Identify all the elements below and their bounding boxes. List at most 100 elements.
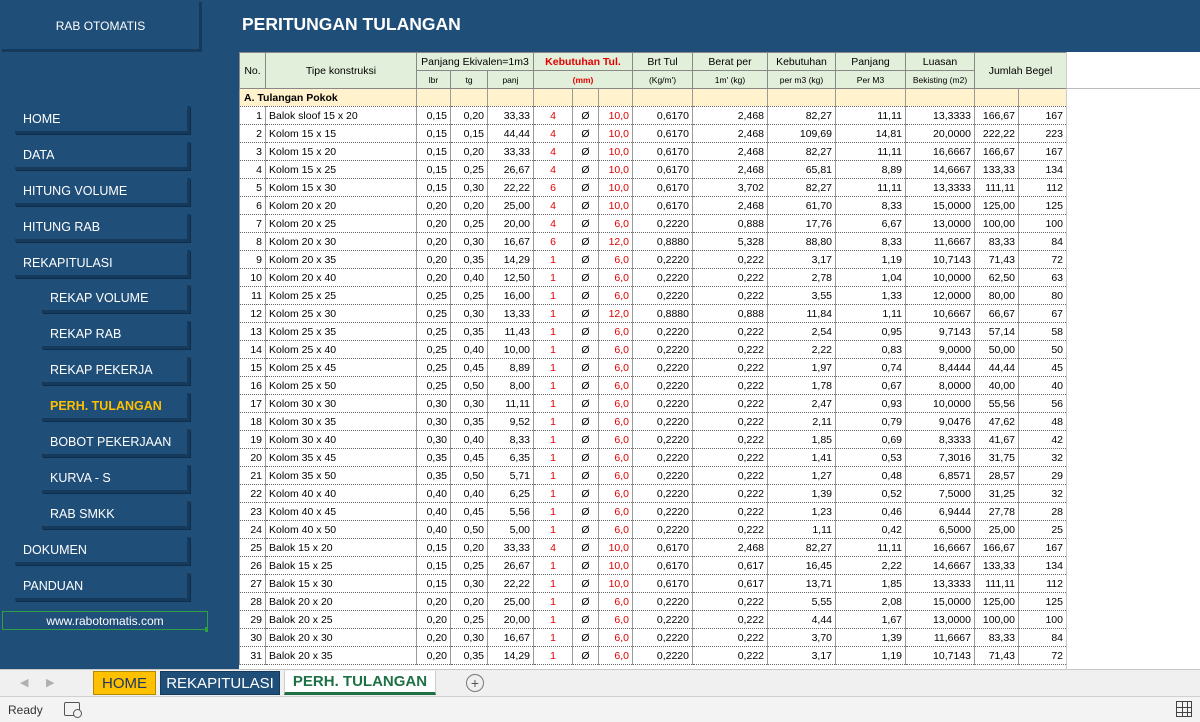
cell-tg[interactable]: 0,40 — [450, 430, 488, 449]
next-sheet-icon[interactable]: ▶ — [46, 676, 54, 689]
cell-tg[interactable]: 0,35 — [450, 322, 488, 341]
cell-panjang[interactable]: 1,11 — [835, 304, 906, 323]
cell-tg[interactable]: 0,45 — [450, 502, 488, 521]
cell-keb[interactable]: 1,78 — [767, 376, 836, 395]
cell-panjang[interactable]: 8,33 — [835, 196, 906, 215]
cell-tipe[interactable]: Kolom 20 x 35 — [265, 250, 417, 269]
cell-begel[interactable]: 133,33 — [974, 160, 1019, 179]
cell-luasan[interactable]: 13,0000 — [905, 610, 975, 629]
cell-panj[interactable]: 20,00 — [487, 610, 534, 629]
cell-tg[interactable]: 0,45 — [450, 448, 488, 467]
cell-lbr[interactable]: 0,15 — [416, 160, 451, 179]
cell-panj[interactable]: 26,67 — [487, 160, 534, 179]
cell-lbr[interactable]: 0,15 — [416, 178, 451, 197]
cell-phi[interactable]: Ø — [572, 340, 599, 359]
cell-lbr[interactable]: 0,15 — [416, 124, 451, 143]
cell-luasan[interactable]: 7,5000 — [905, 484, 975, 503]
cell-qty[interactable]: 1 — [533, 322, 573, 341]
cell-begel-round[interactable]: 100 — [1018, 610, 1067, 629]
cell-phi[interactable]: Ø — [572, 322, 599, 341]
cell-begel-round[interactable]: 100 — [1018, 214, 1067, 233]
cell-panj[interactable]: 16,67 — [487, 628, 534, 647]
cell-keb[interactable]: 3,55 — [767, 286, 836, 305]
cell-dia[interactable]: 6,0 — [598, 628, 633, 647]
cell-luasan[interactable]: 13,3333 — [905, 574, 975, 593]
cell-dia[interactable]: 6,0 — [598, 502, 633, 521]
cell-qty[interactable]: 4 — [533, 538, 573, 557]
cell-no[interactable]: 3 — [239, 142, 266, 161]
cell-phi[interactable]: Ø — [572, 268, 599, 287]
cell-phi[interactable]: Ø — [572, 448, 599, 467]
cell-berat[interactable]: 5,328 — [692, 232, 768, 251]
cell-lbr[interactable]: 0,25 — [416, 376, 451, 395]
cell-berat[interactable]: 0,222 — [692, 466, 768, 485]
cell-qty[interactable]: 1 — [533, 376, 573, 395]
cell-phi[interactable]: Ø — [572, 286, 599, 305]
cell-panj[interactable]: 8,33 — [487, 430, 534, 449]
cell-phi[interactable]: Ø — [572, 160, 599, 179]
sidebar-item-dokumen[interactable]: DOKUMEN — [15, 537, 190, 565]
cell-begel-round[interactable]: 29 — [1018, 466, 1067, 485]
cell-begel[interactable]: 166,67 — [974, 142, 1019, 161]
cell-no[interactable]: 10 — [239, 268, 266, 287]
cell-lbr[interactable]: 0,20 — [416, 646, 451, 665]
cell-brt[interactable]: 0,6170 — [632, 556, 693, 575]
cell-luasan[interactable]: 6,5000 — [905, 520, 975, 539]
cell-tipe[interactable]: Kolom 15 x 25 — [265, 160, 417, 179]
cell-no[interactable]: 8 — [239, 232, 266, 251]
cell-begel-round[interactable]: 42 — [1018, 430, 1067, 449]
cell-begel-round[interactable]: 25 — [1018, 520, 1067, 539]
cell-brt[interactable]: 0,2220 — [632, 646, 693, 665]
cell-begel-round[interactable]: 67 — [1018, 304, 1067, 323]
cell-begel-round[interactable]: 72 — [1018, 250, 1067, 269]
cell-tipe[interactable]: Kolom 20 x 25 — [265, 214, 417, 233]
cell-luasan[interactable]: 10,6667 — [905, 304, 975, 323]
cell-no[interactable]: 4 — [239, 160, 266, 179]
cell-lbr[interactable]: 0,20 — [416, 628, 451, 647]
cell-luasan[interactable]: 9,0000 — [905, 340, 975, 359]
cell-keb[interactable]: 1,27 — [767, 466, 836, 485]
cell-no[interactable]: 15 — [239, 358, 266, 377]
sidebar-item-hitung-rab[interactable]: HITUNG RAB — [15, 214, 190, 242]
cell-begel-round[interactable]: 45 — [1018, 358, 1067, 377]
cell-luasan[interactable]: 8,3333 — [905, 430, 975, 449]
cell-no[interactable]: 25 — [239, 538, 266, 557]
cell-tg[interactable]: 0,30 — [450, 628, 488, 647]
cell-tipe[interactable]: Kolom 35 x 50 — [265, 466, 417, 485]
cell-panjang[interactable]: 0,93 — [835, 394, 906, 413]
cell-keb[interactable]: 2,22 — [767, 340, 836, 359]
cell-lbr[interactable]: 0,25 — [416, 286, 451, 305]
cell-brt[interactable]: 0,2220 — [632, 286, 693, 305]
cell-dia[interactable]: 6,0 — [598, 322, 633, 341]
cell-qty[interactable]: 1 — [533, 304, 573, 323]
cell-luasan[interactable]: 12,0000 — [905, 286, 975, 305]
cell-brt[interactable]: 0,2220 — [632, 628, 693, 647]
cell-begel[interactable]: 31,25 — [974, 484, 1019, 503]
cell-panj[interactable]: 10,00 — [487, 340, 534, 359]
cell-qty[interactable]: 1 — [533, 286, 573, 305]
cell-begel[interactable]: 44,44 — [974, 358, 1019, 377]
cell-no[interactable]: 6 — [239, 196, 266, 215]
cell-tipe[interactable]: Kolom 30 x 30 — [265, 394, 417, 413]
cell-berat[interactable]: 2,468 — [692, 160, 768, 179]
sidebar-item-rekapitulasi[interactable]: REKAPITULASI — [15, 250, 190, 278]
cell-dia[interactable]: 6,0 — [598, 268, 633, 287]
cell-tipe[interactable]: Kolom 25 x 35 — [265, 322, 417, 341]
cell-lbr[interactable]: 0,15 — [416, 142, 451, 161]
cell-tg[interactable]: 0,25 — [450, 610, 488, 629]
cell-lbr[interactable]: 0,20 — [416, 592, 451, 611]
cell-begel[interactable]: 166,67 — [974, 538, 1019, 557]
cell-no[interactable]: 2 — [239, 124, 266, 143]
cell-qty[interactable]: 4 — [533, 106, 573, 125]
cell-phi[interactable]: Ø — [572, 358, 599, 377]
cell-panj[interactable]: 16,67 — [487, 232, 534, 251]
cell-tg[interactable]: 0,20 — [450, 592, 488, 611]
cell-brt[interactable]: 0,2220 — [632, 412, 693, 431]
cell-keb[interactable]: 2,54 — [767, 322, 836, 341]
cell-luasan[interactable]: 13,0000 — [905, 214, 975, 233]
cell-keb[interactable]: 1,39 — [767, 484, 836, 503]
cell-tipe[interactable]: Kolom 30 x 35 — [265, 412, 417, 431]
cell-begel-round[interactable]: 125 — [1018, 592, 1067, 611]
cell-panjang[interactable]: 11,11 — [835, 142, 906, 161]
cell-phi[interactable]: Ø — [572, 124, 599, 143]
